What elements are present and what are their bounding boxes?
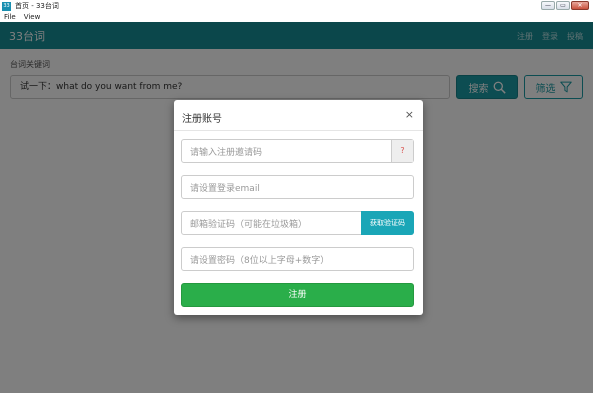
menu-view[interactable]: View: [24, 13, 41, 21]
invite-code-field: ?: [181, 139, 414, 164]
menubar: File View: [0, 12, 593, 22]
app-icon: 33: [2, 1, 11, 11]
password-input[interactable]: [182, 250, 413, 272]
window-title: 首页 - 33台词: [15, 2, 59, 10]
register-modal: 注册账号 × ? 获取验证码 注册: [174, 100, 423, 315]
modal-header: 注册账号 ×: [174, 100, 423, 131]
menu-file[interactable]: File: [4, 13, 16, 21]
window-titlebar: 33 首页 - 33台词 — ▭ ✕: [0, 0, 593, 12]
modal-title: 注册账号: [182, 114, 222, 125]
verify-code-field: 获取验证码: [181, 211, 414, 236]
maximize-button[interactable]: ▭: [556, 1, 570, 10]
email-input[interactable]: [182, 178, 413, 200]
close-window-button[interactable]: ✕: [571, 1, 589, 10]
close-icon[interactable]: ×: [405, 108, 414, 121]
window-controls: — ▭ ✕: [541, 1, 589, 10]
invite-code-input[interactable]: [182, 142, 413, 164]
get-code-button[interactable]: 获取验证码: [361, 211, 414, 235]
minimize-button[interactable]: —: [541, 1, 555, 10]
email-field: [181, 175, 414, 200]
register-submit-button[interactable]: 注册: [181, 283, 414, 307]
invite-help-button[interactable]: ?: [391, 140, 413, 162]
password-field: [181, 247, 414, 272]
